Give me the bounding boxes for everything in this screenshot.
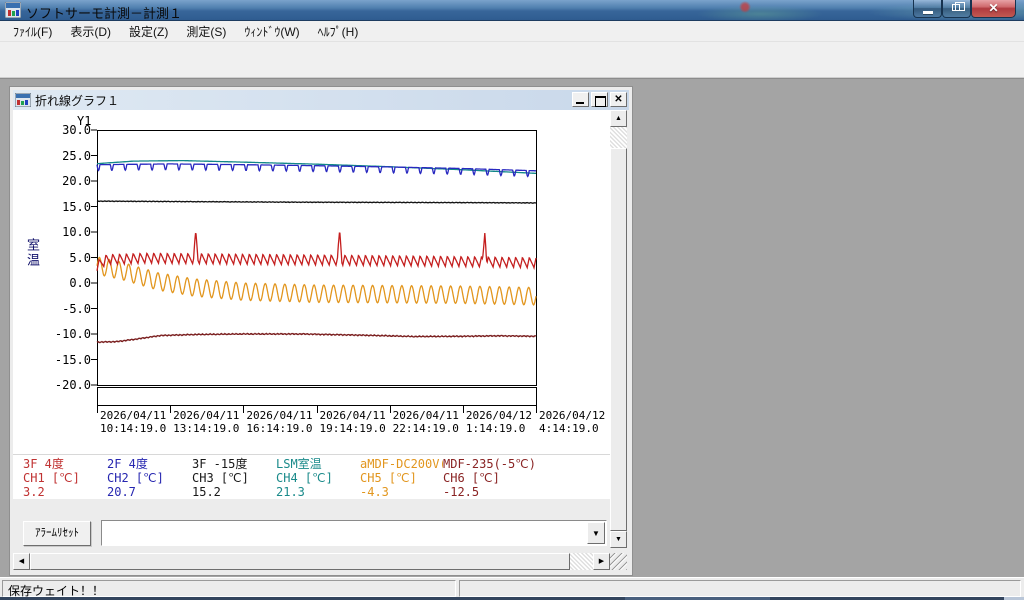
h-scroll-thumb[interactable]: [30, 553, 570, 570]
x-tick-mark: [97, 406, 98, 413]
menu-item-3[interactable]: 測定(S): [177, 21, 235, 42]
vertical-scrollbar[interactable]: ▲ ▼: [610, 110, 627, 548]
x-tick-label: 2026/04/1122:14:19.0: [393, 409, 459, 435]
child-close-button[interactable]: ✕: [610, 92, 627, 107]
x-tick-label: 2026/04/1119:14:19.0: [320, 409, 386, 435]
graph-panel: Y1 室温 30.025.020.015.010.05.00.0-5.0-10.…: [13, 110, 610, 499]
x-tick-label: 2026/04/1110:14:19.0: [100, 409, 166, 435]
y-tick-30.0: 30.0: [33, 123, 91, 137]
statusbar: 保存ウェイト！！: [0, 577, 1024, 597]
h-scroll-track[interactable]: [570, 553, 593, 570]
x-tick-mark: [170, 406, 171, 413]
channel-label: MDF-235(-5℃): [443, 457, 603, 471]
legend-channel-5: aMDF-DC200V(+7CH5 [℃]-4.3: [360, 457, 443, 499]
channel-name: CH5 [℃]: [360, 471, 443, 485]
legend-channel-6: MDF-235(-5℃)CH6 [℃]-12.5: [443, 457, 603, 499]
x-tick-mark: [536, 406, 537, 413]
series-CH1 3F 4度: [97, 233, 536, 271]
x-tick-label: 2026/04/1113:14:19.0: [173, 409, 239, 435]
y-tick-10.0: 10.0: [33, 225, 91, 239]
app-icon: [5, 2, 21, 18]
menu-item-5[interactable]: ﾍﾙﾌﾟ(H): [309, 21, 368, 42]
scroll-left-icon[interactable]: ◀: [13, 553, 30, 570]
menu-item-2[interactable]: 設定(Z): [120, 21, 177, 42]
y-tick-0.0: 0.0: [33, 276, 91, 290]
channel-name: CH6 [℃]: [443, 471, 603, 485]
channel-value: -12.5: [443, 485, 603, 499]
y-tick-15.0: 15.0: [33, 200, 91, 214]
x-tick-label: 2026/04/124:14:19.0: [539, 409, 605, 435]
child-titlebar[interactable]: 折れ線グラフ１ ✕: [13, 90, 629, 110]
restore-icon: [952, 4, 960, 11]
graph-child-window: 折れ線グラフ１ ✕ Y1 室温 30.025.020.015.010.05.00…: [10, 87, 632, 575]
x-tick-mark: [463, 406, 464, 413]
scroll-up-icon[interactable]: ▲: [610, 110, 627, 127]
resize-grip[interactable]: [610, 553, 627, 570]
series-CH4 LSM室温: [97, 161, 536, 174]
child-title: 折れ線グラフ１: [35, 92, 119, 109]
control-row: ｱﾗｰﾑﾘｾｯﾄ ▼: [13, 499, 610, 553]
y-tick--20.0: -20.0: [33, 378, 91, 392]
series-CH5 aMDF-DC200V: [97, 258, 536, 305]
child-caption-buttons: ✕: [570, 92, 627, 107]
menubar: ﾌｧｲﾙ(F)表示(D)設定(Z)測定(S)ｳｨﾝﾄﾞｳ(W)ﾍﾙﾌﾟ(H): [0, 21, 1024, 42]
caption-buttons: ✕: [913, 0, 1016, 18]
child-close-icon: ✕: [614, 94, 622, 105]
chevron-down-icon[interactable]: ▼: [587, 522, 605, 544]
scroll-down-icon[interactable]: ▼: [610, 531, 627, 548]
scroll-right-icon[interactable]: ▶: [593, 553, 610, 570]
x-tick-label: 2026/04/121:14:19.0: [466, 409, 532, 435]
v-scroll-track[interactable]: [610, 127, 627, 148]
v-scroll-thumb[interactable]: [610, 148, 627, 531]
main-titlebar[interactable]: ソフトサーモ計測－計測１ ✕: [0, 0, 1024, 21]
x-tick-label: 2026/04/1116:14:19.0: [246, 409, 312, 435]
y-tick-5.0: 5.0: [33, 251, 91, 265]
window-title: ソフトサーモ計測－計測１: [26, 3, 182, 22]
channel-legend: 3F 4度CH1 [℃]3.22F 4度CH2 [℃]20.73F -15度CH…: [13, 454, 610, 499]
close-button[interactable]: ✕: [971, 0, 1016, 18]
y-tick--5.0: -5.0: [33, 302, 91, 316]
alarm-combobox[interactable]: ▼: [101, 520, 607, 546]
channel-label: aMDF-DC200V(+7: [360, 457, 443, 471]
x-tick-mark: [390, 406, 391, 413]
minimize-icon: [923, 11, 933, 14]
toolbar: D1D2D3Y1Y2Y3: [0, 42, 1024, 78]
line-chart: [97, 130, 537, 386]
series-CH6 MDF-235(-5℃): [97, 333, 536, 342]
menu-item-0[interactable]: ﾌｧｲﾙ(F): [4, 21, 61, 42]
x-tick-mark: [243, 406, 244, 413]
series-CH3 3F -15度: [97, 201, 536, 204]
mdi-client-area: 折れ線グラフ１ ✕ Y1 室温 30.025.020.015.010.05.00…: [0, 78, 1024, 577]
alarm-reset-button[interactable]: ｱﾗｰﾑﾘｾｯﾄ: [23, 521, 91, 546]
status-panel-2: [459, 580, 1021, 597]
menu-item-4[interactable]: ｳｨﾝﾄﾞｳ(W): [235, 21, 308, 42]
channel-value: -4.3: [360, 485, 443, 499]
child-window-icon: [15, 93, 31, 107]
x-tick-mark: [317, 406, 318, 413]
horizontal-scrollbar[interactable]: ◀ ▶: [13, 553, 610, 570]
y-tick-25.0: 25.0: [33, 149, 91, 163]
y-tick--10.0: -10.0: [33, 327, 91, 341]
y-tick--15.0: -15.0: [33, 353, 91, 367]
alarm-band: [97, 387, 537, 406]
menu-item-1[interactable]: 表示(D): [61, 21, 120, 42]
status-message: 保存ウェイト！！: [2, 580, 456, 597]
restore-button[interactable]: [942, 0, 971, 18]
y-tick-20.0: 20.0: [33, 174, 91, 188]
minimize-button[interactable]: [913, 0, 942, 18]
close-icon: ✕: [972, 1, 1015, 15]
child-maximize-button[interactable]: [591, 92, 608, 107]
child-minimize-button[interactable]: [572, 92, 589, 107]
child-client: Y1 室温 30.025.020.015.010.05.00.0-5.0-10.…: [13, 110, 627, 572]
